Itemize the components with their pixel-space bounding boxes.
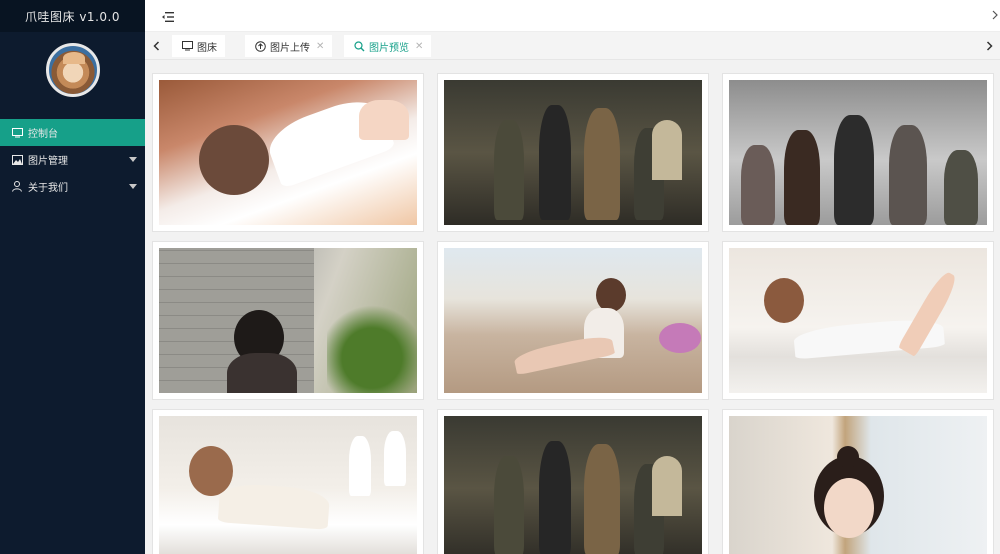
sidebar: 爪哇图床 v1.0.0 控制台 图片管理 关于我们 [0,0,145,554]
image-gallery [145,60,1000,554]
search-icon [354,40,365,52]
gallery-image[interactable] [159,416,417,554]
top-header [145,0,1000,32]
tab-scroll-left-icon[interactable] [149,38,163,54]
menu-fold-icon[interactable] [161,9,175,23]
gallery-image[interactable] [159,248,417,393]
monitor-icon [11,127,23,139]
sidebar-item-about[interactable]: 关于我们 [0,173,145,200]
image-card[interactable] [437,241,709,400]
sidebar-item-label: 控制台 [28,129,58,140]
image-card[interactable] [722,73,994,232]
gallery-image[interactable] [729,416,987,554]
close-icon[interactable]: ✕ [415,41,423,52]
gallery-image[interactable] [444,248,702,393]
image-card[interactable] [437,409,709,554]
tab-bar: 图床 图片上传 ✕ 图片预览 ✕ [145,32,1000,60]
gallery-image[interactable] [159,80,417,225]
tab-scroll-right-icon[interactable] [982,38,996,54]
image-card[interactable] [152,241,424,400]
gallery-image[interactable] [729,248,987,393]
image-icon [11,154,23,166]
gallery-image[interactable] [729,80,987,225]
sidebar-item-label: 图片管理 [28,156,68,167]
gallery-image[interactable] [444,80,702,225]
tab-label: 图片上传 [270,42,310,54]
tab-image-preview[interactable]: 图片预览 ✕ [344,35,432,57]
monitor-icon [182,41,193,51]
avatar[interactable] [45,43,100,97]
more-icon[interactable] [992,10,998,23]
image-card[interactable] [722,409,994,554]
gallery-image[interactable] [444,416,702,554]
sidebar-item-label: 关于我们 [28,183,68,194]
tab-image-upload[interactable]: 图片上传 ✕ [245,35,333,57]
image-card[interactable] [152,409,424,554]
image-card[interactable] [437,73,709,232]
app-title: 爪哇图床 v1.0.0 [0,0,145,32]
sidebar-item-dashboard[interactable]: 控制台 [0,119,145,146]
tab-label: 图片预览 [369,42,409,54]
close-icon[interactable]: ✕ [316,41,324,52]
tab-image-bed[interactable]: 图床 [172,35,225,57]
upload-icon [255,40,266,52]
user-icon [11,181,23,193]
sidebar-menu: 控制台 图片管理 关于我们 [0,119,145,200]
image-card[interactable] [152,73,424,232]
sidebar-item-image-management[interactable]: 图片管理 [0,146,145,173]
chevron-down-icon [129,157,137,162]
tab-label: 图床 [197,42,217,54]
chevron-down-icon [129,184,137,189]
image-card[interactable] [722,241,994,400]
